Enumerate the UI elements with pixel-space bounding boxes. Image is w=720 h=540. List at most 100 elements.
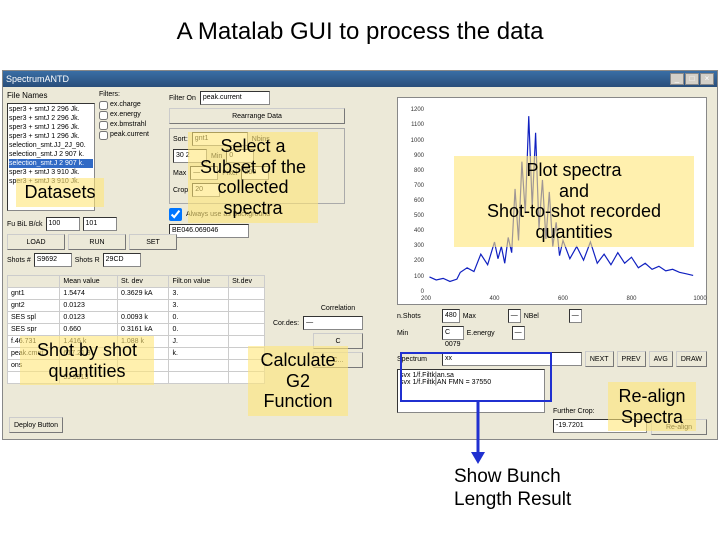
checkbox[interactable] — [99, 121, 108, 130]
table-cell: 0.0123 — [60, 312, 118, 324]
list-item[interactable]: sper3 + smtJ 2 296 Jk. — [9, 105, 93, 114]
table-cell — [229, 300, 265, 312]
list-item[interactable]: svx 1/f.Filtk|an.sa — [400, 372, 542, 379]
x-tick: 200 — [421, 296, 431, 302]
rmax-field[interactable]: — — [508, 309, 521, 323]
table-header: Filt.on value — [169, 276, 229, 288]
table-cell: peak.cmnt — [8, 348, 60, 360]
table-cell: gnt1 — [8, 288, 60, 300]
prev-button[interactable]: PREV — [617, 351, 646, 367]
pixel-field[interactable]: 200 — [241, 166, 269, 180]
checkbox[interactable] — [99, 101, 108, 110]
max-field[interactable]: — — [190, 166, 218, 180]
list-item[interactable]: selection_smt.J 2 907 k. — [9, 150, 93, 159]
energy-label: E.energy — [467, 330, 509, 337]
slide-title: A Matalab GUI to process the data — [0, 0, 720, 54]
window-title: SpectrumANTD — [6, 74, 670, 84]
val101-field[interactable]: 101 — [83, 217, 117, 231]
minimize-button[interactable]: _ — [670, 73, 684, 85]
rmax-label: Max — [463, 313, 505, 320]
next-button[interactable]: NEXT — [585, 351, 614, 367]
sort-select[interactable]: gnt1 — [192, 132, 248, 146]
spectrum-select[interactable]: xx — [442, 352, 582, 366]
y-tick: 200 — [414, 258, 424, 264]
rmin-field[interactable]: C 0079 — [442, 326, 464, 340]
rearrange-button[interactable]: Rearrange Data — [169, 108, 345, 124]
dataset-listbox[interactable]: sper3 + smtJ 2 296 Jk.sper3 + smtJ 2 296… — [7, 103, 95, 211]
fubil-label: Fu BiL B/ck — [7, 221, 43, 228]
table-cell: 1.416 k — [60, 336, 118, 348]
list-item[interactable]: svx 1/f.Filtk|AN FMN = 37550 — [400, 379, 542, 386]
list-item[interactable]: selection_smt.J 2 907 k. — [9, 159, 93, 168]
draw-button[interactable]: DRAW — [676, 351, 707, 367]
lower-left-panel: Fu BiL B/ck 100 101 LOAD RUN SET Shots #… — [7, 217, 195, 270]
val100-field[interactable]: 100 — [46, 217, 80, 231]
list-item[interactable]: sper3 + smtJ 1 296 Jk. — [9, 132, 93, 141]
close-button[interactable]: × — [700, 73, 714, 85]
table-cell: ons — [8, 360, 60, 372]
y-tick: 800 — [414, 168, 424, 174]
crop-field[interactable]: 20 — [192, 183, 220, 197]
table-cell: 0.3629 kA — [118, 288, 169, 300]
table-header: St.dev — [229, 276, 265, 288]
c-button[interactable]: C — [313, 333, 363, 349]
titlebar: SpectrumANTD _ □ × — [3, 71, 717, 87]
load-button[interactable]: LOAD — [7, 234, 65, 250]
realign-field[interactable]: -19.7201 — [553, 419, 647, 433]
run-button[interactable]: RUN — [68, 234, 126, 250]
table-cell — [118, 360, 169, 372]
table-cell: 617.21.3 — [60, 348, 118, 360]
y-tick: 600 — [414, 198, 424, 204]
nbel-label: NBel — [524, 313, 566, 320]
table-cell — [229, 324, 265, 336]
max-label: Max — [173, 170, 186, 177]
table-cell — [229, 360, 265, 372]
arrow-down-icon — [468, 402, 488, 464]
list-item[interactable]: sper3 + smtJ 3 910 Jk. — [9, 177, 93, 186]
rmin-label: Min — [397, 330, 439, 337]
realign-button[interactable]: Re-align — [651, 419, 707, 435]
table-cell: f.46.731 — [8, 336, 60, 348]
energy-field[interactable]: — — [512, 326, 525, 340]
nshots-field[interactable]: 480 — [442, 309, 460, 323]
table-row: gnt20.01233. — [8, 300, 265, 312]
list-item[interactable]: sper3 + smtJ 3 910 Jk. — [9, 168, 93, 177]
table-cell: 1.088 k — [118, 336, 169, 348]
shots-field[interactable]: S9692 — [34, 253, 72, 267]
table-cell: 0.660 — [60, 324, 118, 336]
y-tick: 400 — [414, 228, 424, 234]
cor-field[interactable]: — — [303, 316, 363, 330]
table-cell — [8, 372, 60, 384]
pixel-label: Pixel — [222, 170, 237, 177]
avg-button[interactable]: AVG — [649, 351, 673, 367]
checkbox-label: peak.current — [110, 130, 149, 140]
list-item[interactable]: selection_smt.JJ_2J_90. — [9, 141, 93, 150]
table-cell: 1.5474 — [60, 288, 118, 300]
nbins-field[interactable]: 30 2 — [173, 149, 207, 163]
min-field[interactable]: 0 — [226, 149, 254, 163]
list-item[interactable]: sper3 + smtJ 1 296 Jk. — [9, 123, 93, 132]
deploy-button[interactable]: Deploy Button — [9, 417, 63, 433]
cdot-button[interactable]: C... — [313, 352, 363, 368]
filter-checkbox-row: peak.current — [99, 130, 163, 140]
x-tick: 800 — [626, 296, 636, 302]
sort-label: Sort: — [173, 136, 188, 143]
y-tick: 0 — [421, 289, 424, 295]
table-row: peak.cmnt617.21.3k. — [8, 348, 265, 360]
checkbox[interactable] — [99, 131, 108, 140]
filter-on-label: Filter On — [169, 95, 196, 102]
crop-label: Crop — [173, 187, 188, 194]
min-label: Min — [211, 153, 222, 160]
correlation-panel: Correlation Cor.des: — C C... — [273, 305, 403, 371]
set-button[interactable]: SET — [129, 234, 177, 250]
shots-r-field[interactable]: 29CD — [103, 253, 141, 267]
table-cell: SES spr — [8, 324, 60, 336]
table-cell — [229, 312, 265, 324]
list-item[interactable]: sper3 + smtJ 2 296 Jk. — [9, 114, 93, 123]
table-row: f.46.7311.416 k1.088 kJ. — [8, 336, 265, 348]
nbel-field[interactable]: — — [569, 309, 582, 323]
filters-column: Filters: ex.chargeex.energyex.bmstrahlpe… — [99, 91, 163, 140]
checkbox[interactable] — [99, 111, 108, 120]
maximize-button[interactable]: □ — [685, 73, 699, 85]
filter-on-select[interactable]: peak.current — [200, 91, 270, 105]
